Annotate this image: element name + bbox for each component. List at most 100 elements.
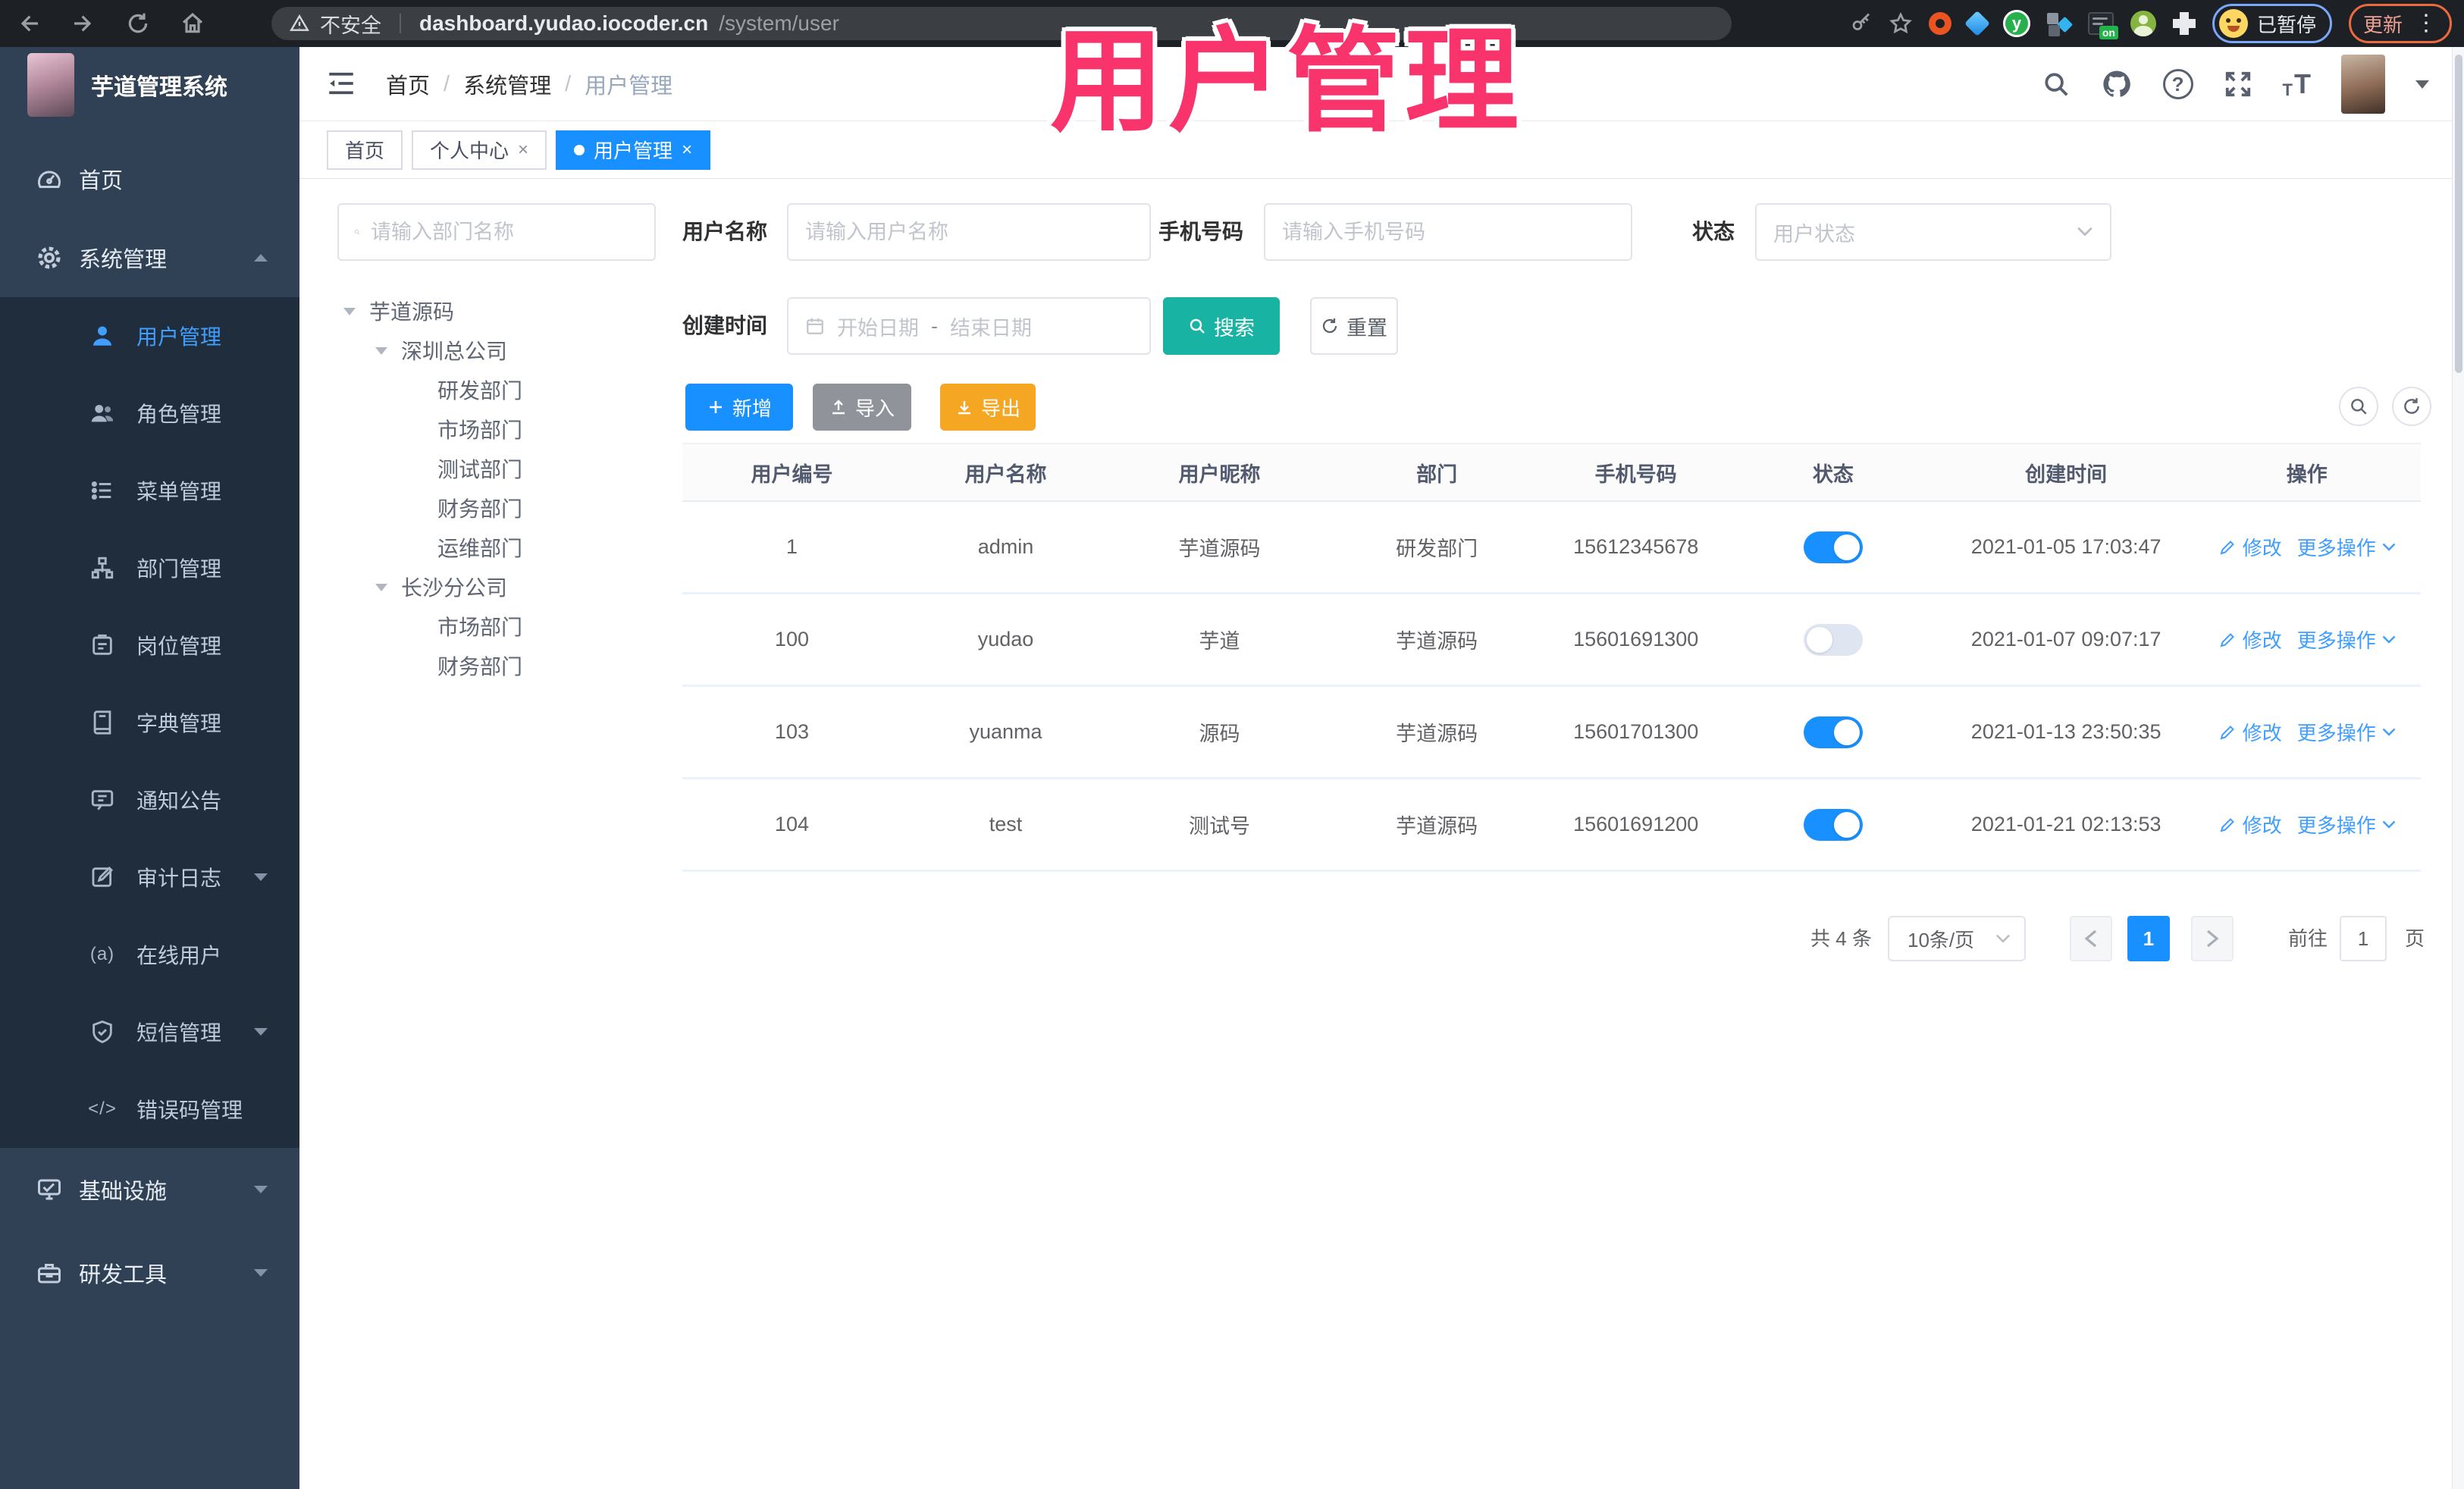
edit-link[interactable]: 修改 bbox=[2218, 533, 2282, 561]
extension-orange-icon[interactable] bbox=[1928, 12, 1951, 35]
logo-row[interactable]: 芋道管理系统 bbox=[0, 47, 299, 123]
user-avatar[interactable] bbox=[2341, 55, 2385, 114]
sidebar-item-audit-log[interactable]: 审计日志 bbox=[0, 839, 299, 916]
tree-node[interactable]: 市场部门 bbox=[337, 607, 671, 646]
more-actions-link[interactable]: 更多操作 bbox=[2297, 810, 2396, 839]
sidebar-item-home[interactable]: 首页 bbox=[0, 139, 299, 218]
breadcrumb-home[interactable]: 首页 bbox=[386, 68, 430, 100]
reload-icon[interactable] bbox=[126, 11, 150, 36]
sidebar-item-role-mgmt[interactable]: 角色管理 bbox=[0, 375, 299, 452]
sidebar-item-system[interactable]: 系统管理 bbox=[0, 218, 299, 297]
extensions-puzzle-icon[interactable] bbox=[2172, 12, 2196, 35]
browser-profile-chip[interactable]: 已暂停 bbox=[2212, 4, 2332, 43]
extension-person-icon[interactable] bbox=[2130, 11, 2156, 36]
export-button[interactable]: 导出 bbox=[940, 384, 1036, 431]
username-input[interactable] bbox=[805, 220, 1133, 244]
tree-caret-icon[interactable] bbox=[375, 584, 387, 591]
extension-y-icon[interactable]: y bbox=[2002, 10, 2030, 37]
extension-gem-icon[interactable] bbox=[1964, 11, 1990, 36]
browser-menu-icon[interactable]: ⋮ bbox=[2415, 12, 2437, 35]
status-select[interactable]: 用户状态 bbox=[1755, 203, 2111, 261]
help-icon[interactable]: ? bbox=[2162, 69, 2193, 99]
dept-search-input[interactable] bbox=[371, 220, 639, 244]
fullscreen-icon[interactable] bbox=[2224, 70, 2252, 99]
tab-user-mgmt[interactable]: 用户管理 × bbox=[556, 130, 711, 170]
sidebar-item-post-mgmt[interactable]: 岗位管理 bbox=[0, 607, 299, 684]
bookmark-star-icon[interactable] bbox=[1889, 12, 1912, 35]
font-size-icon[interactable]: TT bbox=[2283, 68, 2311, 100]
sidebar-item-infra[interactable]: 基础设施 bbox=[0, 1148, 299, 1231]
edit-link[interactable]: 修改 bbox=[2218, 718, 2282, 746]
tree-node[interactable]: 深圳总公司 bbox=[337, 331, 671, 370]
home-icon[interactable] bbox=[180, 11, 205, 36]
tree-node-label: 测试部门 bbox=[437, 458, 523, 481]
sidebar-item-label: 首页 bbox=[79, 169, 124, 193]
browser-update-button[interactable]: 更新 ⋮ bbox=[2348, 4, 2452, 43]
mobile-input[interactable] bbox=[1282, 220, 1614, 244]
more-actions-link[interactable]: 更多操作 bbox=[2297, 533, 2396, 561]
tree-node[interactable]: 长沙分公司 bbox=[337, 567, 671, 607]
next-page-button[interactable] bbox=[2191, 916, 2234, 961]
sidebar-item-notice[interactable]: 通知公告 bbox=[0, 761, 299, 839]
cell-nickname: 源码 bbox=[1199, 723, 1240, 745]
more-actions-link[interactable]: 更多操作 bbox=[2297, 718, 2396, 746]
date-range-picker[interactable]: 开始日期 - 结束日期 bbox=[787, 297, 1151, 355]
github-icon[interactable] bbox=[2101, 68, 2133, 100]
table-refresh-button[interactable] bbox=[2392, 387, 2431, 426]
prev-page-button[interactable] bbox=[2070, 916, 2112, 961]
page-size-select[interactable]: 10条/页 bbox=[1888, 916, 2026, 961]
sidebar-item-dict-mgmt[interactable]: 字典管理 bbox=[0, 684, 299, 761]
sidebar-item-user-mgmt[interactable]: 用户管理 bbox=[0, 297, 299, 375]
cell-nickname: 测试号 bbox=[1189, 815, 1251, 838]
add-button[interactable]: 新增 bbox=[685, 384, 793, 431]
status-toggle[interactable] bbox=[1803, 716, 1863, 748]
insecure-label: 不安全 bbox=[320, 14, 381, 37]
sidebar-item-dept-mgmt[interactable]: 部门管理 bbox=[0, 529, 299, 607]
sidebar: 芋道管理系统 首页 系统管理 用户管理 角色管理 菜单管理 部门管理 岗位管理 … bbox=[0, 47, 299, 1489]
sidebar-item-devtools[interactable]: 研发工具 bbox=[0, 1231, 299, 1315]
search-button[interactable]: 搜索 bbox=[1163, 297, 1280, 355]
avatar-caret-icon[interactable] bbox=[2415, 80, 2429, 89]
more-actions-link[interactable]: 更多操作 bbox=[2297, 625, 2396, 654]
goto-page-input[interactable] bbox=[2340, 916, 2387, 961]
sidebar-item-sms-mgmt[interactable]: 短信管理 bbox=[0, 993, 299, 1071]
sidebar-collapse-icon[interactable] bbox=[325, 67, 357, 99]
extension-squares-icon[interactable] bbox=[2046, 11, 2074, 36]
tree-node[interactable]: 财务部门 bbox=[337, 646, 671, 685]
status-toggle[interactable] bbox=[1803, 808, 1863, 841]
key-icon[interactable] bbox=[1850, 12, 1873, 35]
reset-button[interactable]: 重置 bbox=[1310, 297, 1398, 355]
status-toggle[interactable] bbox=[1803, 623, 1863, 656]
tree-caret-icon[interactable] bbox=[375, 347, 387, 355]
download-icon bbox=[958, 401, 970, 415]
extension-on-icon[interactable]: on bbox=[2087, 12, 2118, 39]
tree-node[interactable]: 财务部门 bbox=[337, 488, 671, 528]
close-icon[interactable]: × bbox=[682, 139, 692, 161]
tree-node[interactable]: 研发部门 bbox=[337, 370, 671, 409]
sidebar-item-error-code[interactable]: </> 错误码管理 bbox=[0, 1071, 299, 1148]
scrollbar-thumb[interactable] bbox=[2455, 55, 2462, 373]
url-path: /system/user bbox=[719, 11, 839, 35]
table-search-toggle-button[interactable] bbox=[2339, 387, 2378, 426]
edit-link[interactable]: 修改 bbox=[2218, 810, 2282, 839]
close-icon[interactable]: × bbox=[518, 139, 528, 161]
back-icon[interactable] bbox=[17, 11, 41, 36]
tree-node[interactable]: 运维部门 bbox=[337, 528, 671, 567]
import-button[interactable]: 导入 bbox=[813, 384, 911, 431]
edit-link[interactable]: 修改 bbox=[2218, 625, 2282, 654]
column-header: 手机号码 bbox=[1594, 462, 1677, 486]
tree-caret-icon[interactable] bbox=[343, 308, 356, 315]
search-icon[interactable] bbox=[2042, 70, 2071, 99]
tree-node[interactable]: 市场部门 bbox=[337, 409, 671, 449]
tree-node[interactable]: 测试部门 bbox=[337, 449, 671, 488]
tree-node[interactable]: 芋道源码 bbox=[337, 291, 671, 331]
status-toggle[interactable] bbox=[1803, 531, 1863, 563]
sidebar-item-menu-mgmt[interactable]: 菜单管理 bbox=[0, 452, 299, 529]
tab-profile[interactable]: 个人中心 × bbox=[412, 130, 547, 170]
forward-icon[interactable] bbox=[71, 11, 96, 36]
current-page-button[interactable]: 1 bbox=[2127, 916, 2170, 961]
column-header: 用户昵称 bbox=[1178, 462, 1261, 486]
tab-home[interactable]: 首页 bbox=[327, 130, 403, 170]
sidebar-item-online-users[interactable]: (a) 在线用户 bbox=[0, 916, 299, 993]
breadcrumb-system[interactable]: 系统管理 bbox=[463, 68, 551, 100]
